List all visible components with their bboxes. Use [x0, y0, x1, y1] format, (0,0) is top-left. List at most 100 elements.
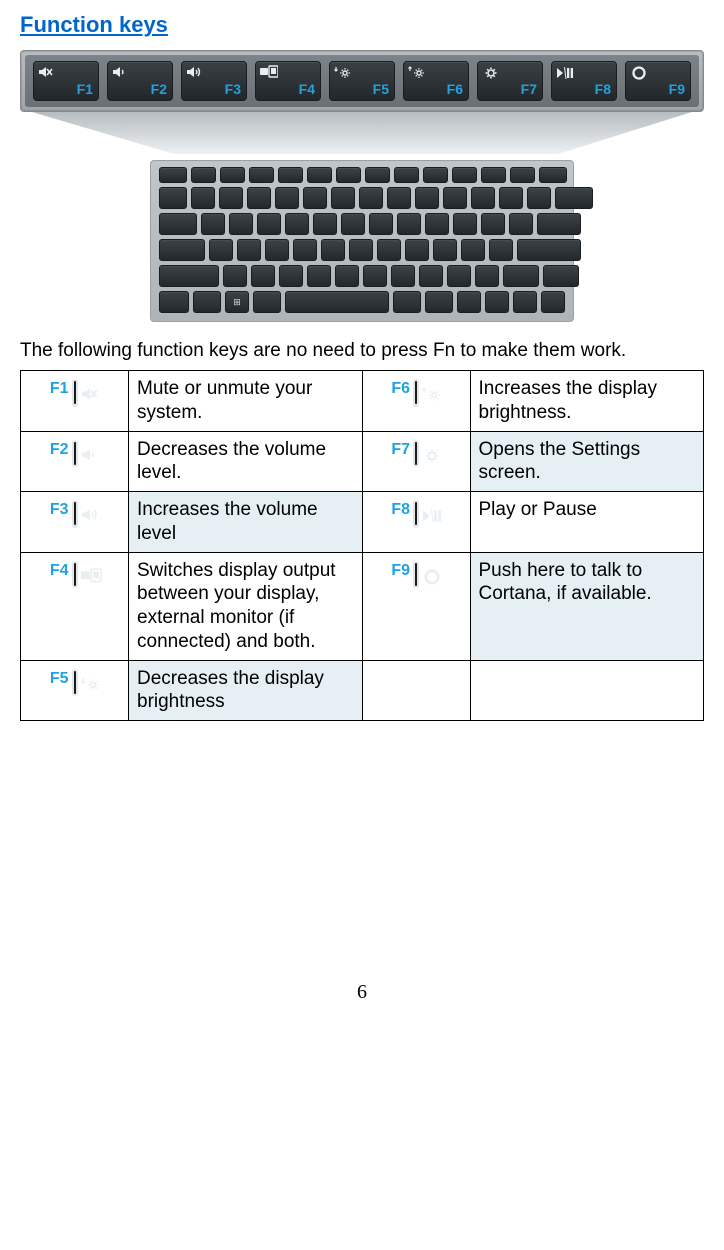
keyboard-key [278, 167, 303, 183]
keyboard-key [336, 167, 361, 183]
key-cell-f7: F7 [362, 431, 470, 492]
keyboard-key [369, 213, 393, 235]
brightness-down-icon [334, 65, 352, 81]
brightness-up-icon [421, 386, 443, 407]
fn-label: F2 [151, 81, 167, 97]
keyboard-key [257, 213, 281, 235]
keyboard-key [453, 213, 477, 235]
fn-label: F8 [391, 500, 410, 520]
keyboard-key [341, 213, 365, 235]
keyboard-key [159, 291, 189, 313]
cortana-ring-icon [421, 568, 443, 589]
key-cell-f1: F1 [21, 371, 129, 432]
fn-key-f2: F2 [107, 61, 173, 101]
fn-label: F5 [373, 81, 389, 97]
keyboard-key [159, 187, 187, 209]
keyboard-key [377, 239, 401, 261]
keyboard-key [387, 187, 411, 209]
keyboard-key [509, 213, 533, 235]
intro-text: The following function keys are no need … [20, 340, 704, 362]
keyboard-key [219, 187, 243, 209]
mini-keyboard: ⊞ [150, 160, 574, 322]
keyboard-key [285, 213, 309, 235]
keyboard-key [209, 239, 233, 261]
key-cell-f4: F4 [21, 552, 129, 660]
display-switch-icon [260, 65, 278, 81]
keyboard-key [249, 167, 274, 183]
page-number: 6 [20, 981, 704, 1004]
keyboard-key [265, 239, 289, 261]
keyboard-key [541, 291, 565, 313]
brightness-up-icon [408, 65, 426, 81]
display-switch-icon [80, 568, 102, 589]
keyboard-key [303, 187, 327, 209]
fn-label: F1 [50, 379, 69, 399]
keyboard-wedge [20, 112, 704, 156]
fn-label: F9 [391, 561, 410, 581]
fn-key-f1: F1 [33, 61, 99, 101]
key-desc-f8: Play or Pause [470, 492, 704, 553]
fn-label: F7 [521, 81, 537, 97]
keyboard-key [307, 265, 331, 287]
settings-gear-icon [421, 447, 443, 468]
keyboard-key [223, 265, 247, 287]
keyboard-key [471, 187, 495, 209]
keyboard-key [191, 187, 215, 209]
fn-label: F7 [391, 440, 410, 460]
key-cell-f5: F5 [21, 660, 129, 721]
keyboard-key [405, 239, 429, 261]
mute-icon [38, 65, 56, 81]
keyboard-key [191, 167, 216, 183]
fn-label: F6 [391, 379, 410, 399]
section-title: Function keys [20, 12, 168, 38]
keyboard-key [321, 239, 345, 261]
keyboard-key [159, 265, 219, 287]
fn-label: F9 [669, 81, 685, 97]
function-key-table: F1 Mute or unmute your system. F6 Increa… [20, 370, 704, 721]
keyboard-key [543, 265, 579, 287]
volume-down-icon [80, 447, 102, 468]
keyboard-key [335, 265, 359, 287]
key-cell-f8: F8 [362, 492, 470, 553]
keyboard-key [481, 213, 505, 235]
keyboard-key [251, 265, 275, 287]
fn-key-f3: F3 [181, 61, 247, 101]
fn-key-f8: F8 [551, 61, 617, 101]
keyboard-key [461, 239, 485, 261]
keyboard-key [485, 291, 509, 313]
keyboard-key [397, 213, 421, 235]
keyboard-key [394, 167, 419, 183]
keyboard-key [447, 265, 471, 287]
mute-icon [80, 386, 102, 407]
keyboard-key [481, 167, 506, 183]
keyboard-key [237, 239, 261, 261]
play-pause-icon [556, 65, 574, 81]
key-desc-f4: Switches display output between your dis… [129, 552, 363, 660]
function-key-strip: F1 F2 F3 F4 F5 F6 F7 F8 F9 [20, 50, 704, 112]
keyboard-key [423, 167, 448, 183]
keyboard-key [393, 291, 421, 313]
keyboard-key [247, 187, 271, 209]
fn-key-f5: F5 [329, 61, 395, 101]
volume-up-icon [186, 65, 204, 81]
fn-key-f9: F9 [625, 61, 691, 101]
keyboard-key [313, 213, 337, 235]
keyboard-key [159, 213, 197, 235]
fn-label: F2 [50, 440, 69, 460]
keyboard-key [457, 291, 481, 313]
key-desc-f9: Push here to talk to Cortana, if availab… [470, 552, 704, 660]
keyboard-key [539, 167, 567, 183]
keyboard-key [279, 265, 303, 287]
keyboard-key [159, 167, 187, 183]
keyboard-key [220, 167, 245, 183]
keyboard-key [359, 187, 383, 209]
fn-key-f6: F6 [403, 61, 469, 101]
keyboard-key [499, 187, 523, 209]
volume-down-icon [112, 65, 130, 81]
key-desc-f2: Decreases the volume level. [129, 431, 363, 492]
fn-label: F3 [225, 81, 241, 97]
keyboard-key [527, 187, 551, 209]
keyboard-key [425, 213, 449, 235]
key-cell-f6: F6 [362, 371, 470, 432]
keyboard-key [555, 187, 593, 209]
